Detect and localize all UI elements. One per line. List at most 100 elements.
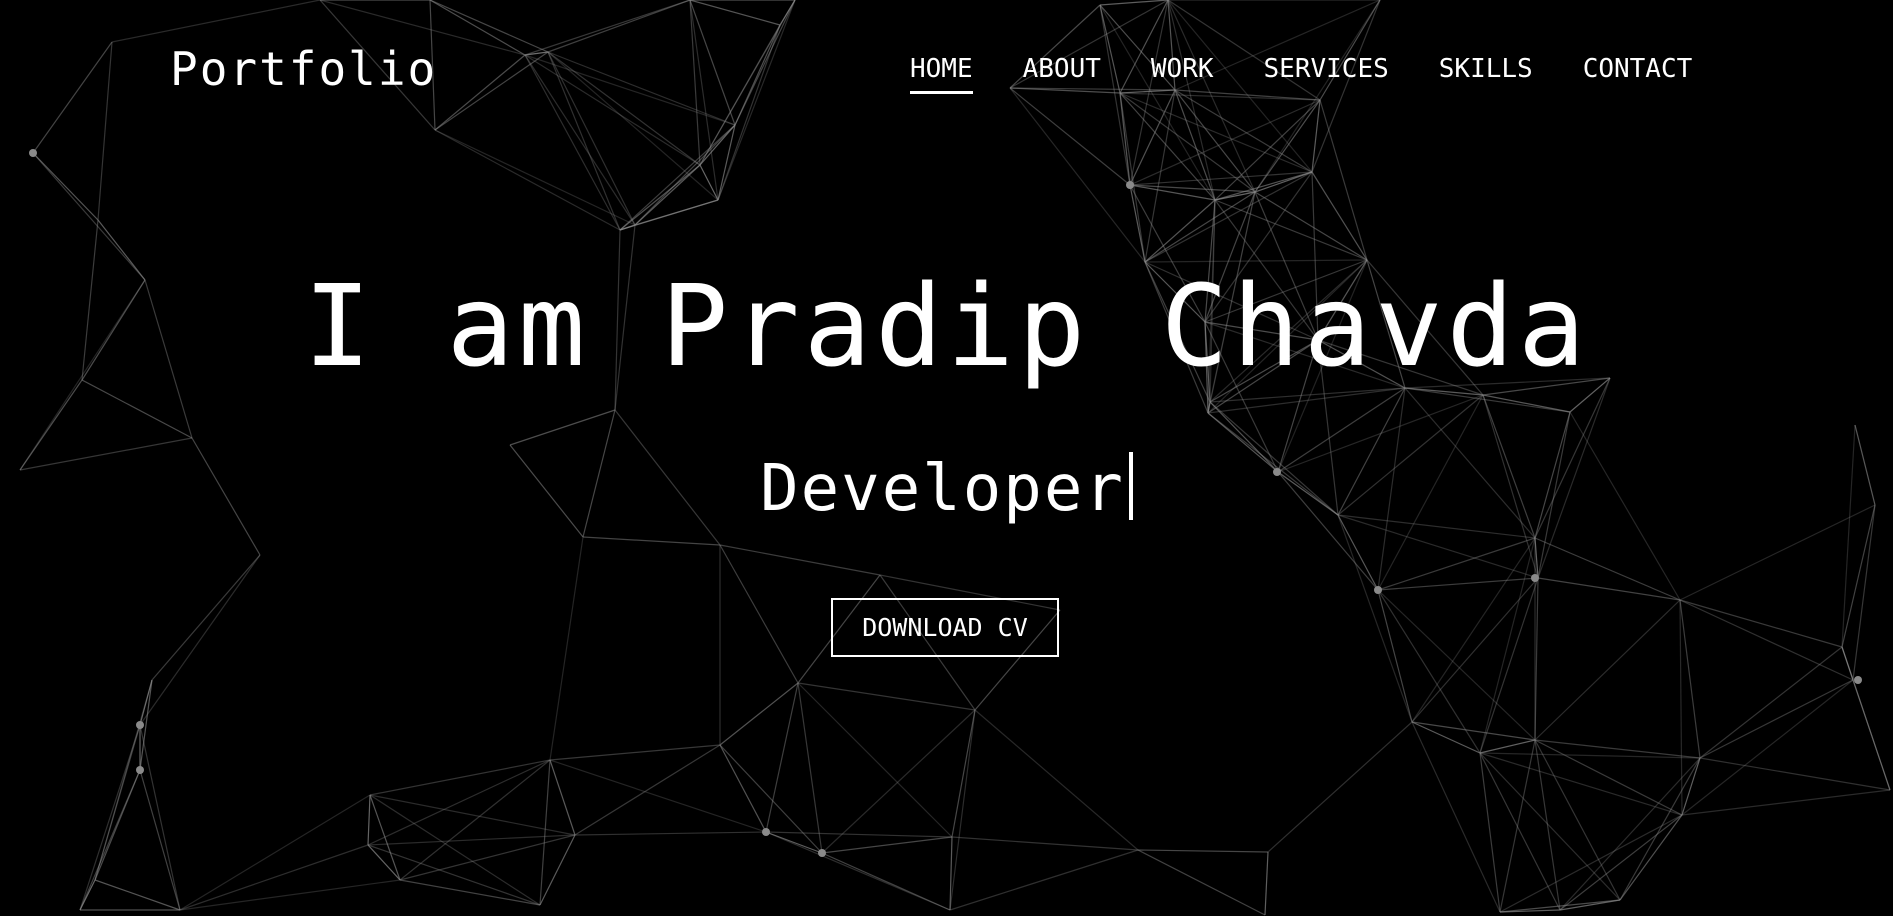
- network-line: [821, 852, 951, 911]
- network-line: [547, 51, 719, 201]
- network-line: [779, 0, 796, 26]
- network-line: [539, 759, 551, 906]
- network-line: [94, 724, 141, 881]
- network-line: [139, 724, 181, 911]
- network-line: [79, 769, 141, 911]
- network-line: [1679, 599, 1843, 648]
- network-line: [1699, 646, 1843, 759]
- network-line: [619, 164, 701, 231]
- network-line: [1129, 171, 1313, 186]
- network-line: [821, 709, 976, 854]
- network-line: [139, 554, 261, 726]
- network-line: [509, 409, 616, 446]
- network-line: [974, 709, 1139, 851]
- network-line: [524, 0, 691, 56]
- nav-item-skills[interactable]: SKILLS: [1439, 54, 1533, 94]
- network-line: [1377, 577, 1539, 591]
- network-line: [32, 41, 113, 154]
- network-line: [111, 0, 321, 43]
- hero-role-text: Developer: [760, 452, 1125, 526]
- network-line: [1681, 757, 1701, 816]
- network-line: [1479, 577, 1539, 754]
- network-node: [136, 766, 144, 774]
- nav-item-services[interactable]: SERVICES: [1264, 54, 1389, 94]
- network-line: [797, 682, 823, 854]
- network-line: [1137, 849, 1269, 853]
- network-line: [951, 836, 1139, 851]
- network-line: [1681, 789, 1891, 816]
- network-line: [1267, 721, 1413, 853]
- network-line: [1852, 679, 1891, 791]
- network-line: [139, 769, 181, 911]
- main-nav: HOME ABOUT WORK SERVICES SKILLS CONTACT: [910, 54, 1692, 94]
- network-node: [1126, 181, 1134, 189]
- nav-item-home[interactable]: HOME: [910, 54, 973, 94]
- network-line: [79, 879, 96, 911]
- network-line: [717, 0, 796, 201]
- network-line: [179, 844, 369, 911]
- network-line: [1119, 92, 1321, 101]
- network-line: [547, 51, 736, 126]
- brand-logo[interactable]: Portfolio: [170, 42, 437, 96]
- network-line: [1479, 739, 1536, 754]
- network-line: [1377, 589, 1413, 723]
- network-line: [1699, 679, 1854, 759]
- network-line: [949, 709, 976, 911]
- network-line: [434, 129, 636, 226]
- network-line: [1852, 504, 1876, 681]
- hero-role-typed: Developer: [0, 452, 1893, 526]
- network-line: [79, 724, 141, 911]
- network-line: [1254, 99, 1321, 193]
- network-line: [179, 794, 371, 911]
- download-cv-button[interactable]: DOWNLOAD CV: [831, 598, 1059, 657]
- network-line: [367, 794, 371, 846]
- network-line: [1174, 89, 1313, 173]
- network-line: [429, 0, 549, 53]
- network-line: [1411, 537, 1536, 723]
- network-line: [1377, 589, 1481, 754]
- network-line: [549, 759, 576, 836]
- network-line: [399, 879, 541, 906]
- network-line: [1129, 89, 1176, 186]
- network-line: [1479, 752, 1501, 913]
- network-line: [434, 54, 526, 131]
- network-line: [1377, 589, 1536, 741]
- network-line: [1009, 87, 1146, 263]
- network-line: [699, 124, 736, 166]
- network-line: [1137, 849, 1266, 916]
- network-line: [1337, 514, 1413, 723]
- network-line: [1619, 757, 1701, 901]
- network-line: [1144, 171, 1313, 263]
- network-line: [1174, 89, 1216, 201]
- network-line: [765, 831, 953, 838]
- network-line: [1411, 721, 1501, 913]
- network-line: [1537, 577, 1681, 601]
- network-line: [1119, 92, 1146, 263]
- nav-item-contact[interactable]: CONTACT: [1583, 54, 1693, 94]
- network-line: [539, 834, 576, 906]
- network-line: [1619, 814, 1683, 901]
- network-node: [1854, 676, 1862, 684]
- network-line: [1679, 599, 1701, 759]
- nav-item-work[interactable]: WORK: [1151, 54, 1214, 94]
- network-line: [429, 0, 526, 56]
- network-line: [797, 682, 953, 838]
- network-line: [1534, 599, 1681, 741]
- network-node: [1374, 586, 1382, 594]
- network-line: [1679, 599, 1683, 816]
- network-line: [1534, 739, 1621, 901]
- network-line: [549, 744, 721, 761]
- network-line: [1129, 184, 1146, 263]
- network-line: [179, 879, 401, 911]
- network-line: [1482, 394, 1571, 413]
- network-line: [1479, 752, 1701, 759]
- network-line: [32, 152, 99, 221]
- network-line: [94, 879, 181, 911]
- network-line: [1167, 0, 1216, 201]
- network-line: [949, 849, 1139, 911]
- network-line: [1679, 599, 1854, 681]
- nav-item-about[interactable]: ABOUT: [1023, 54, 1101, 94]
- network-line: [524, 54, 701, 166]
- hero-title: I am Pradip Chavda: [303, 262, 1590, 392]
- network-line: [1499, 814, 1683, 913]
